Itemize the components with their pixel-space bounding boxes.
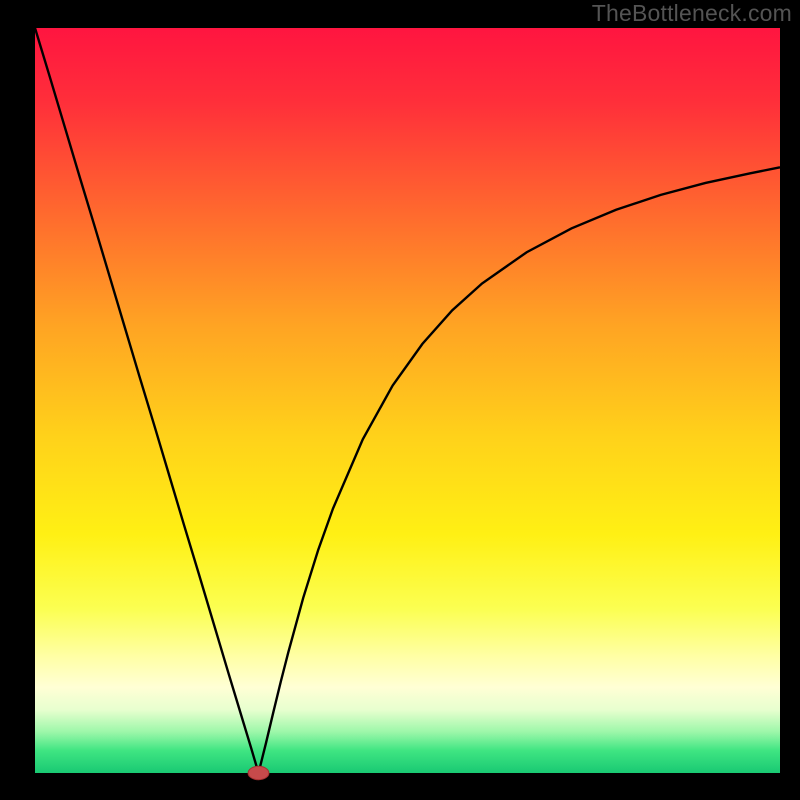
bottleneck-chart xyxy=(0,0,800,800)
min-marker xyxy=(248,766,269,779)
watermark-text: TheBottleneck.com xyxy=(592,0,792,27)
chart-frame: TheBottleneck.com xyxy=(0,0,800,800)
